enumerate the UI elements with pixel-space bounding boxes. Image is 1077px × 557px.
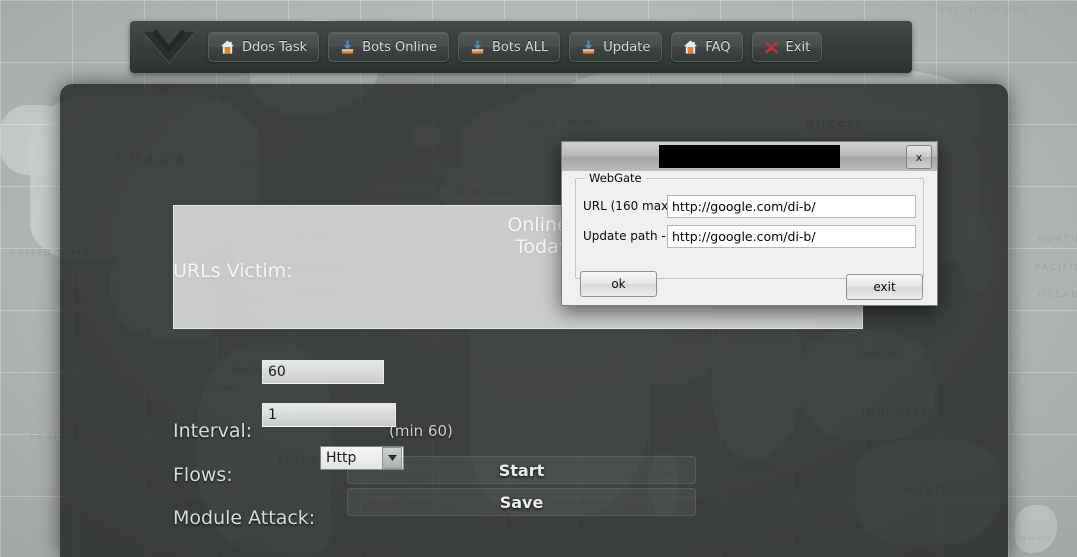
map-label: ARCTIC OCEAN (938, 6, 1030, 16)
url-field-label: URL (160 max) - (583, 199, 667, 213)
url-input[interactable] (667, 195, 916, 218)
red-x-icon (764, 39, 779, 55)
update-path-field-label: Update path - (583, 229, 667, 243)
toolbar-button-ddos-task[interactable]: Ddos Task (208, 32, 319, 62)
toolbar-button-label: Bots Online (362, 40, 437, 55)
download-icon (340, 39, 355, 55)
webgate-groupbox-legend: WebGate (585, 171, 646, 185)
exit-button[interactable]: exit (846, 274, 923, 300)
interval-label: Interval: (173, 420, 252, 442)
home-icon (683, 39, 698, 55)
map-label: OCEAN (1038, 290, 1077, 300)
dialog-titlebar[interactable]: x (562, 142, 937, 172)
interval-input[interactable] (262, 360, 384, 384)
dialog-body: WebGate URL (160 max) - Update path - ok… (562, 171, 937, 305)
toolbar-button-label: Ddos Task (242, 40, 307, 55)
home-icon (220, 39, 235, 55)
map-label: NORTH (1038, 235, 1077, 245)
toolbar-button-bots-online[interactable]: Bots Online (328, 32, 449, 62)
download-icon (581, 39, 596, 55)
toolbar-button-update[interactable]: Update (569, 32, 662, 62)
toolbar-button-label: FAQ (705, 40, 730, 55)
brand-logo-icon (130, 21, 208, 73)
toolbar-button-label: Bots ALL (492, 40, 548, 55)
interval-min-note: (min 60) (389, 422, 453, 440)
toolbar-button-faq[interactable]: FAQ (671, 32, 742, 62)
toolbar-button-exit[interactable]: Exit (752, 32, 823, 62)
webgate-dialog: x WebGate URL (160 max) - Update path - … (561, 141, 938, 306)
webgate-groupbox: WebGate URL (160 max) - Update path - (575, 178, 924, 279)
module-attack-label: Module Attack: (173, 507, 315, 529)
ok-button[interactable]: ok (580, 271, 657, 297)
flows-label: Flows: (173, 464, 233, 486)
toolbar-button-bots-all[interactable]: Bots ALL (458, 32, 560, 62)
toolbar-button-group: Ddos Task Bots Online Bots ALL Update FAQ Exi… (208, 32, 822, 62)
dialog-title-redaction-bar (659, 145, 840, 168)
save-button[interactable]: Save (347, 488, 696, 516)
url-field-row: URL (160 max) - (583, 194, 916, 218)
download-icon (470, 39, 485, 55)
update-path-input[interactable] (667, 225, 916, 248)
main-toolbar: Ddos Task Bots Online Bots ALL Update FAQ Exi… (130, 21, 912, 73)
toolbar-button-label: Exit (786, 40, 811, 55)
start-button[interactable]: Start (347, 456, 696, 484)
map-label: PACIFIC (1035, 263, 1077, 273)
flows-input[interactable] (262, 403, 396, 427)
toolbar-button-label: Update (603, 40, 650, 55)
update-path-field-row: Update path - (583, 224, 916, 248)
close-icon[interactable]: x (906, 145, 932, 169)
